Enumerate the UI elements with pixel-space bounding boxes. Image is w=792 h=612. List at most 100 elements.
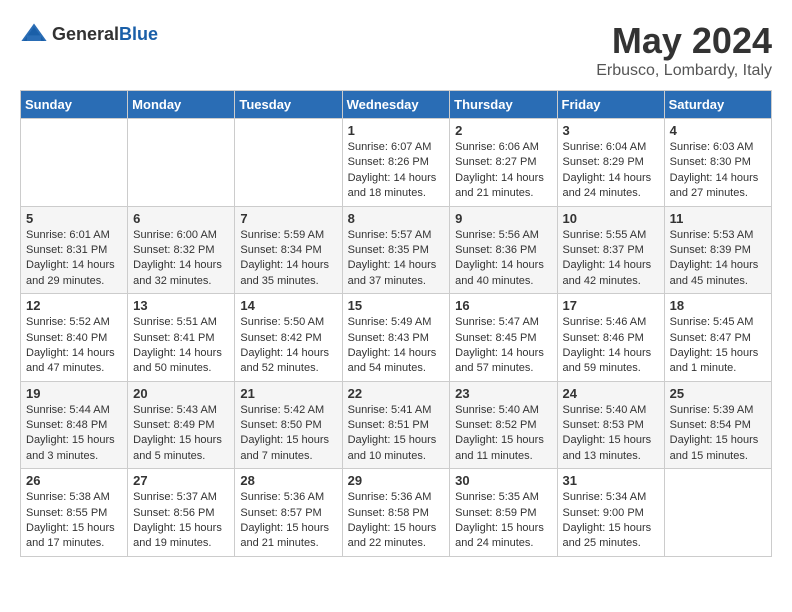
calendar-cell: 21Sunrise: 5:42 AMSunset: 8:50 PMDayligh… bbox=[235, 381, 342, 469]
day-number: 11 bbox=[670, 211, 766, 226]
daylight-hours: Daylight: 15 hours and 22 minutes. bbox=[348, 522, 437, 549]
daylight-hours: Daylight: 15 hours and 15 minutes. bbox=[670, 434, 759, 461]
sunrise-info: Sunrise: 5:47 AM bbox=[455, 316, 539, 328]
sunrise-info: Sunrise: 5:41 AM bbox=[348, 404, 432, 416]
day-info: Sunrise: 5:44 AM Sunset: 8:48 PM Daylight:… bbox=[26, 403, 122, 465]
calendar-cell: 19Sunrise: 5:44 AMSunset: 8:48 PMDayligh… bbox=[21, 381, 128, 469]
daylight-hours: Daylight: 14 hours and 47 minutes. bbox=[26, 347, 115, 374]
sunset-info: Sunset: 8:45 PM bbox=[455, 332, 536, 344]
sunset-info: Sunset: 8:42 PM bbox=[240, 332, 321, 344]
calendar-week-row: 1Sunrise: 6:07 AMSunset: 8:26 PMDaylight… bbox=[21, 119, 772, 207]
day-number: 22 bbox=[348, 386, 445, 401]
calendar-cell: 27Sunrise: 5:37 AMSunset: 8:56 PMDayligh… bbox=[128, 469, 235, 557]
sunrise-info: Sunrise: 5:49 AM bbox=[348, 316, 432, 328]
page-header: GeneralBlue May 2024 Erbusco, Lombardy, … bbox=[20, 20, 772, 80]
day-info: Sunrise: 5:36 AMSunset: 8:57 PMDaylight:… bbox=[240, 490, 336, 552]
day-number: 2 bbox=[455, 123, 551, 138]
calendar-cell: 24Sunrise: 5:40 AMSunset: 8:53 PMDayligh… bbox=[557, 381, 664, 469]
sunrise-info: Sunrise: 5:38 AM bbox=[26, 491, 110, 503]
day-info: Sunrise: 5:35 AMSunset: 8:59 PMDaylight:… bbox=[455, 490, 551, 552]
calendar-cell: 23Sunrise: 5:40 AMSunset: 8:52 PMDayligh… bbox=[450, 381, 557, 469]
day-info: Sunrise: 5:40 AMSunset: 8:53 PMDaylight:… bbox=[563, 403, 659, 465]
sunrise-info: Sunrise: 6:07 AM bbox=[348, 141, 432, 153]
sunset-info: Sunset: 8:49 PM bbox=[133, 419, 214, 431]
day-info: Sunrise: 5:39 AMSunset: 8:54 PMDaylight:… bbox=[670, 403, 766, 465]
day-info: Sunrise: 5:57 AMSunset: 8:35 PMDaylight:… bbox=[348, 228, 445, 290]
sunrise-info: Sunrise: 5:36 AM bbox=[240, 491, 324, 503]
sunset-info: Sunset: 8:35 PM bbox=[348, 244, 429, 256]
sunset-info: Sunset: 9:00 PM bbox=[563, 507, 644, 519]
location: Erbusco, Lombardy, Italy bbox=[596, 62, 772, 80]
daylight-hours: Daylight: 15 hours and 11 minutes. bbox=[455, 434, 544, 461]
sunset-info: Sunset: 8:30 PM bbox=[670, 156, 751, 168]
calendar-cell: 9Sunrise: 5:56 AMSunset: 8:36 PMDaylight… bbox=[450, 206, 557, 294]
daylight-hours: Daylight: 15 hours and 24 minutes. bbox=[455, 522, 544, 549]
daylight-hours: Daylight: 14 hours and 40 minutes. bbox=[455, 259, 544, 286]
day-number: 7 bbox=[240, 211, 336, 226]
calendar-cell: 4Sunrise: 6:03 AMSunset: 8:30 PMDaylight… bbox=[664, 119, 771, 207]
day-number: 25 bbox=[670, 386, 766, 401]
sunset-info: Sunset: 8:46 PM bbox=[563, 332, 644, 344]
day-number: 12 bbox=[26, 298, 122, 313]
sunset-info: Sunset: 8:36 PM bbox=[455, 244, 536, 256]
sunrise-info: Sunrise: 6:00 AM bbox=[133, 229, 217, 241]
day-info: Sunrise: 5:43 AM Sunset: 8:49 PM Daylight:… bbox=[133, 403, 229, 465]
daylight-hours: Daylight: 15 hours and 13 minutes. bbox=[563, 434, 652, 461]
day-info: Sunrise: 5:47 AM Sunset: 8:45 PM Daylight:… bbox=[455, 315, 551, 377]
day-number: 30 bbox=[455, 473, 551, 488]
sunset-info: Sunset: 8:48 PM bbox=[26, 419, 107, 431]
daylight-hours: Daylight: 14 hours and 29 minutes. bbox=[26, 259, 115, 286]
day-number: 29 bbox=[348, 473, 445, 488]
day-info: Sunrise: 6:03 AMSunset: 8:30 PMDaylight:… bbox=[670, 140, 766, 202]
calendar-cell: 1Sunrise: 6:07 AMSunset: 8:26 PMDaylight… bbox=[342, 119, 450, 207]
sunrise-info: Sunrise: 5:44 AM bbox=[26, 404, 110, 416]
sunset-info: Sunset: 8:54 PM bbox=[670, 419, 751, 431]
weekday-header: Friday bbox=[557, 91, 664, 119]
day-info: Sunrise: 5:42 AMSunset: 8:50 PMDaylight:… bbox=[240, 403, 336, 465]
sunrise-info: Sunrise: 5:36 AM bbox=[348, 491, 432, 503]
daylight-hours: Daylight: 15 hours and 3 minutes. bbox=[26, 434, 115, 461]
day-info: Sunrise: 5:46 AMSunset: 8:46 PMDaylight:… bbox=[563, 315, 659, 377]
calendar-cell: 3Sunrise: 6:04 AMSunset: 8:29 PMDaylight… bbox=[557, 119, 664, 207]
day-info: Sunrise: 5:56 AMSunset: 8:36 PMDaylight:… bbox=[455, 228, 551, 290]
sunset-info: Sunset: 8:47 PM bbox=[670, 332, 751, 344]
sunset-info: Sunset: 8:56 PM bbox=[133, 507, 214, 519]
sunrise-info: Sunrise: 5:53 AM bbox=[670, 229, 754, 241]
daylight-hours: Daylight: 14 hours and 59 minutes. bbox=[563, 347, 652, 374]
day-info: Sunrise: 6:00 AMSunset: 8:32 PMDaylight:… bbox=[133, 228, 229, 290]
calendar-cell bbox=[235, 119, 342, 207]
sunrise-info: Sunrise: 5:42 AM bbox=[240, 404, 324, 416]
calendar-cell bbox=[128, 119, 235, 207]
sunrise-info: Sunrise: 5:43 AM bbox=[133, 404, 217, 416]
calendar-cell: 29Sunrise: 5:36 AMSunset: 8:58 PMDayligh… bbox=[342, 469, 450, 557]
day-info: Sunrise: 5:53 AMSunset: 8:39 PMDaylight:… bbox=[670, 228, 766, 290]
daylight-hours: Daylight: 15 hours and 19 minutes. bbox=[133, 522, 222, 549]
calendar-cell bbox=[21, 119, 128, 207]
day-number: 13 bbox=[133, 298, 229, 313]
sunset-info: Sunset: 8:32 PM bbox=[133, 244, 214, 256]
daylight-hours: Daylight: 14 hours and 57 minutes. bbox=[455, 347, 544, 374]
daylight-hours: Daylight: 15 hours and 5 minutes. bbox=[133, 434, 222, 461]
daylight-hours: Daylight: 14 hours and 27 minutes. bbox=[670, 172, 759, 199]
weekday-header: Tuesday bbox=[235, 91, 342, 119]
day-number: 23 bbox=[455, 386, 551, 401]
daylight-hours: Daylight: 14 hours and 21 minutes. bbox=[455, 172, 544, 199]
day-number: 15 bbox=[348, 298, 445, 313]
calendar-header: SundayMondayTuesdayWednesdayThursdayFrid… bbox=[21, 91, 772, 119]
logo-general: General bbox=[52, 24, 119, 44]
calendar-cell: 26Sunrise: 5:38 AMSunset: 8:55 PMDayligh… bbox=[21, 469, 128, 557]
sunrise-info: Sunrise: 5:51 AM bbox=[133, 316, 217, 328]
day-number: 18 bbox=[670, 298, 766, 313]
sunset-info: Sunset: 8:26 PM bbox=[348, 156, 429, 168]
day-number: 3 bbox=[563, 123, 659, 138]
sunset-info: Sunset: 8:27 PM bbox=[455, 156, 536, 168]
calendar-cell: 16Sunrise: 5:47 AMSunset: 8:45 PMDayligh… bbox=[450, 294, 557, 382]
sunrise-info: Sunrise: 5:35 AM bbox=[455, 491, 539, 503]
calendar-week-row: 19Sunrise: 5:44 AMSunset: 8:48 PMDayligh… bbox=[21, 381, 772, 469]
sunset-info: Sunset: 8:43 PM bbox=[348, 332, 429, 344]
day-number: 17 bbox=[563, 298, 659, 313]
daylight-hours: Daylight: 14 hours and 24 minutes. bbox=[563, 172, 652, 199]
calendar-cell: 12Sunrise: 5:52 AMSunset: 8:40 PMDayligh… bbox=[21, 294, 128, 382]
day-number: 10 bbox=[563, 211, 659, 226]
day-info: Sunrise: 5:37 AMSunset: 8:56 PMDaylight:… bbox=[133, 490, 229, 552]
